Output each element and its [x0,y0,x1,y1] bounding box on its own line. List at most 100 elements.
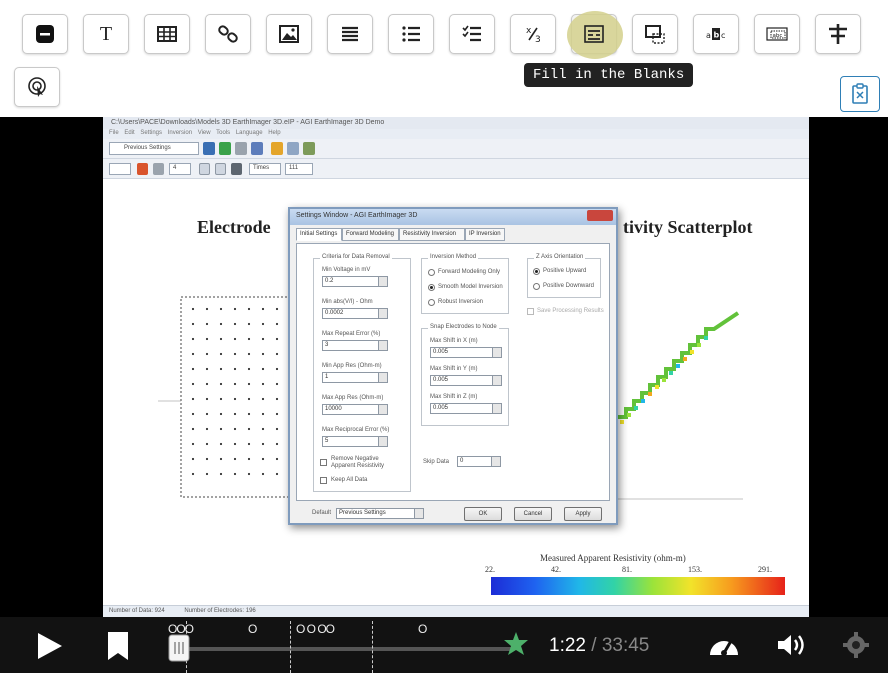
remove-negative-checkbox[interactable] [320,459,327,466]
tool-icon [219,142,231,155]
max-repeat-field[interactable]: 3 [322,340,388,351]
split-icon [829,24,847,44]
colorbar-title: Measured Apparent Resistivity (ohm-m) [540,553,686,563]
video-player[interactable]: C:\Users\PACE\Downloads\Models 3D EarthI… [0,117,888,673]
radio-positive-upward[interactable] [533,268,540,275]
scatter-point [676,364,680,368]
end-marker[interactable] [503,631,529,662]
skip-data-field[interactable]: 0 [457,456,501,467]
electrode-dot [247,322,251,326]
scatter-point [690,350,694,354]
bookmark-button[interactable] [106,631,130,666]
fill-in-blanks-icon [584,25,604,43]
electrode-dot [205,352,209,356]
max-app-res-field[interactable]: 10000 [322,404,388,415]
blank-button[interactable] [22,14,68,54]
ok-button[interactable]: OK [464,507,502,521]
settings-button[interactable] [842,631,870,664]
default-select[interactable]: Previous Settings [336,508,424,519]
radio-robust[interactable] [428,299,435,306]
skip-data-label: Skip Data [423,459,450,465]
min-voltage-field[interactable]: 0.2 [322,276,388,287]
electrode-dot [219,412,223,416]
dropdown-arrow-icon [378,309,387,318]
play-button[interactable] [34,631,64,666]
electrode-dot [219,442,223,446]
fill-in-blanks-button[interactable] [567,11,623,59]
scatter-point [648,392,652,396]
hotspot-button[interactable] [14,67,60,107]
radio-smooth-model[interactable] [428,284,435,291]
save-results-checkbox[interactable] [527,308,534,315]
max-reciprocal-field[interactable]: 5 [322,436,388,447]
max-reciprocal-value: 5 [325,438,329,444]
checklist-button[interactable] [449,14,495,54]
electrode-dot [205,307,209,311]
electrode-dot [219,427,223,431]
min-abs-field[interactable]: 0.0002 [322,308,388,319]
interaction-marker[interactable]: O O OO [296,622,335,636]
tool-icon [215,163,226,175]
seek-bar[interactable] [173,641,511,657]
interaction-marker[interactable]: O [248,622,257,636]
electrode-dot [233,322,237,326]
link-button[interactable] [205,14,251,54]
image-button[interactable] [266,14,312,54]
drag-text-button[interactable]: abc [754,14,800,54]
tool-icon [271,142,283,155]
playback-speed-button[interactable] [707,631,741,664]
paste-button[interactable] [840,76,880,112]
apply-button[interactable]: Apply [564,507,602,521]
ordered-list-button[interactable] [388,14,434,54]
tab-resistivity-inversion[interactable]: Resistivity Inversion [399,228,465,241]
scatter-point [683,357,687,361]
keep-all-checkbox[interactable] [320,477,327,484]
interaction-marker[interactable]: O [418,622,427,636]
tab-initial-settings[interactable]: Initial Settings [296,228,342,241]
electrode-dot [247,352,251,356]
skip-data-value: 0 [460,458,464,464]
text-button[interactable]: T [83,14,129,54]
drag-box-icon [645,25,665,44]
min-abs-label: Min abs(V/I) - Ohm [322,299,373,305]
data-removal-group: Criteria for Data Removal Min Voltage in… [313,254,411,492]
electrode-dot [275,397,279,401]
electrode-dot [233,397,237,401]
shift-y-field[interactable]: 0.005 [430,375,502,386]
electrode-dot [191,457,195,461]
electrode-dot [191,307,195,311]
electrode-dot [275,352,279,356]
shift-x-field[interactable]: 0.005 [430,347,502,358]
radio-forward-modeling[interactable] [428,269,435,276]
default-label: Default [312,510,332,516]
volume-button[interactable] [776,632,808,663]
seek-handle[interactable] [166,633,192,668]
fraction-button[interactable]: x3 [510,14,556,54]
tab-ip-inversion[interactable]: IP Inversion [465,228,505,241]
text-icon: T [100,23,112,45]
window-toolbar: Previous Settings [103,139,809,159]
drag-box-button[interactable] [632,14,678,54]
shift-z-field[interactable]: 0.005 [430,403,502,414]
electrode-dot [205,427,209,431]
electrode-dot [261,442,265,446]
electrode-dot [191,322,195,326]
dialog-close-button[interactable] [587,210,613,221]
min-app-res-field[interactable]: 1 [322,372,388,383]
player-controls: OOO O O O OO O 1:22 / 33:45 [0,617,888,673]
radio-positive-downward[interactable] [533,283,540,290]
blank-icon [36,25,54,43]
split-button[interactable] [815,14,861,54]
table-button[interactable] [144,14,190,54]
list-button[interactable] [327,14,373,54]
electrode-dot [191,442,195,446]
window-title: C:\Users\PACE\Downloads\Models 3D EarthI… [103,117,809,129]
cancel-button[interactable]: Cancel [514,507,552,521]
tab-forward-modeling[interactable]: Forward Modeling [342,228,399,241]
scatter-point [641,399,645,403]
mark-words-button[interactable]: abc [693,14,739,54]
gear-icon [843,632,869,658]
max-app-res-value: 10000 [325,406,342,412]
electrode-dot [247,427,251,431]
spinner-icon [491,457,500,466]
